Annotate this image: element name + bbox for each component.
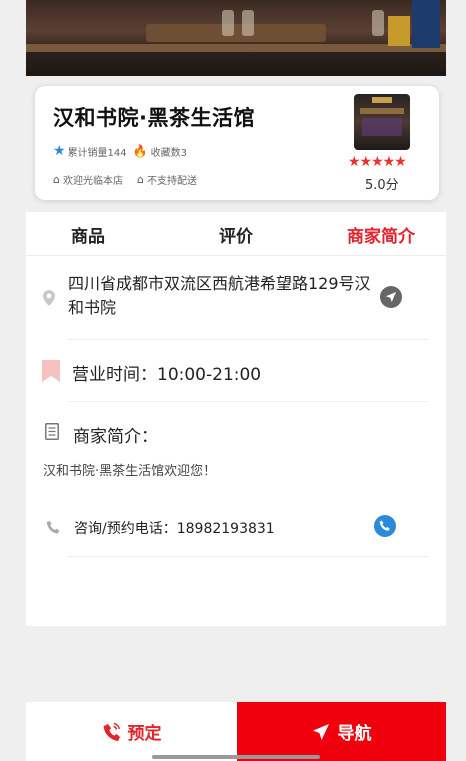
call-button-icon[interactable] [374, 515, 396, 537]
tag-delivery: ⌂ 不支持配送 [136, 173, 197, 187]
navigate-label: 导航 [337, 724, 372, 744]
shop-tags: ⌂ 欢迎光临本店 ⌂ 不支持配送 [53, 172, 211, 187]
navigate-arrow-icon[interactable] [380, 286, 402, 308]
tag-welcome: ⌂ 欢迎光临本店 [53, 173, 123, 187]
shop-page: 汉和书院·黑茶生活馆 ★ 累计销量144 🔥 收藏数3 ⌂ 欢迎光临本店 ⌂ 不… [26, 0, 446, 761]
bottom-action-bar: 预定 导航 [26, 702, 446, 761]
home-icon: ⌂ [53, 173, 60, 186]
divider [68, 339, 428, 340]
intro-heading: 商家简介： [73, 427, 158, 447]
document-icon [45, 423, 59, 440]
divider [68, 401, 428, 402]
location-pin-icon [41, 288, 57, 308]
navigate-button[interactable]: 导航 [237, 702, 446, 761]
navigation-arrow-icon [312, 723, 330, 741]
tab-goods[interactable]: 商品 [71, 222, 105, 247]
star-icon: ★ [53, 143, 66, 159]
home-indicator [152, 755, 320, 759]
shop-name: 汉和书院·黑茶生活馆 [53, 106, 255, 130]
business-hours: 营业时间：10:00-21:00 [72, 365, 262, 385]
intro-panel: 四川省成都市双流区西航港希望路129号汉和书院 营业时间：10:00-21:00… [26, 256, 446, 626]
rating-stars: ★★★★★ [348, 154, 407, 170]
shop-banner-image [26, 0, 446, 76]
rating-score: 5.0分 [365, 178, 399, 193]
sales-count: 累计销量144 [67, 147, 127, 159]
shop-thumbnail[interactable] [354, 94, 410, 150]
tab-intro[interactable]: 商家简介 [347, 222, 415, 247]
intro-text: 汉和书院·黑茶生活馆欢迎您！ [43, 464, 217, 479]
book-label: 预定 [127, 724, 162, 744]
contact-phone: 咨询/预约电话：18982193831 [74, 521, 275, 537]
tab-bar: 商品 评价 商家简介 [26, 212, 446, 256]
shop-address: 四川省成都市双流区西航港希望路129号汉和书院 [68, 274, 371, 317]
book-button[interactable]: 预定 [26, 702, 237, 761]
bookmark-icon [42, 360, 60, 382]
home-icon: ⌂ [136, 173, 144, 186]
tab-reviews[interactable]: 评价 [219, 222, 253, 247]
shop-stats: ★ 累计销量144 🔥 收藏数3 [53, 143, 187, 159]
divider [68, 556, 428, 557]
phone-icon [45, 519, 61, 535]
book-icon [102, 722, 122, 742]
shop-info-card: 汉和书院·黑茶生活馆 ★ 累计销量144 🔥 收藏数3 ⌂ 欢迎光临本店 ⌂ 不… [35, 86, 439, 200]
favorites-count: 收藏数3 [150, 147, 187, 159]
fire-icon: 🔥 [132, 144, 148, 158]
